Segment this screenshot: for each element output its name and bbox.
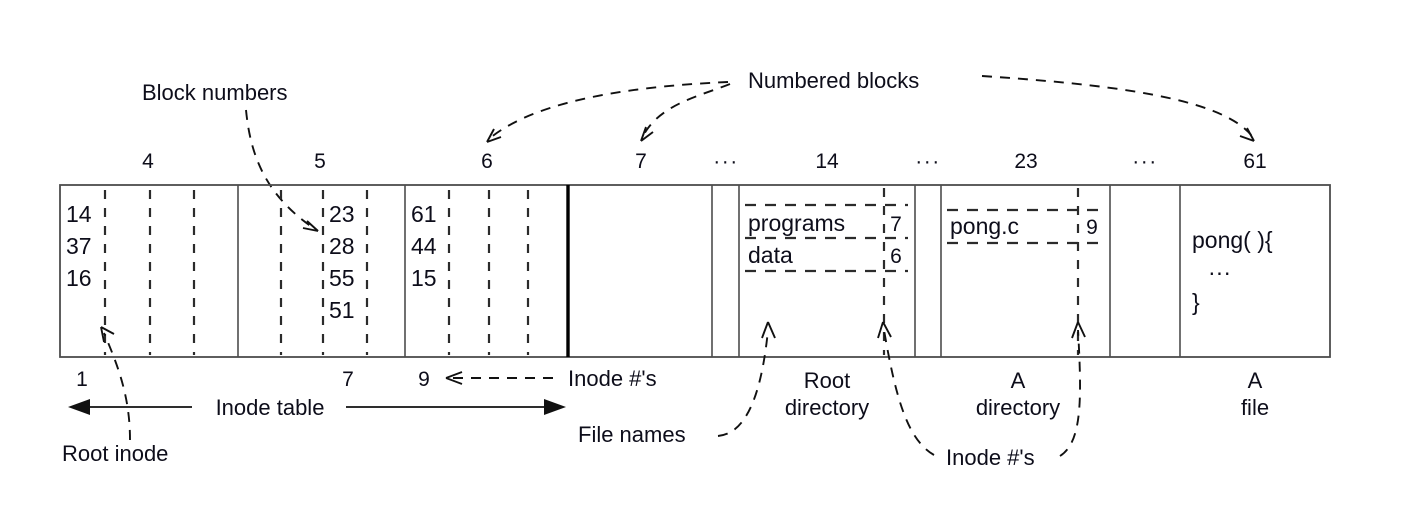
block6-entry-2: 15	[411, 265, 437, 291]
block4-entry-0: 14	[66, 201, 92, 227]
inode-table-arrow-right	[544, 399, 566, 415]
inode-number-9: 9	[418, 368, 430, 391]
inode-table-label: Inode table	[216, 395, 325, 420]
inode-nums-top-leader	[445, 371, 553, 385]
block4-entry-2: 16	[66, 265, 92, 291]
block-number-7: 7	[635, 150, 647, 173]
block-6-inode-cells	[447, 190, 530, 355]
root-dir-row-0-name: programs	[748, 210, 845, 236]
inode-number-7: 7	[342, 368, 354, 391]
block5-entry-2: 55	[329, 265, 355, 291]
root-directory-caption-line2: directory	[785, 395, 869, 420]
block-number-23: 23	[1014, 150, 1037, 173]
inode-nums-label-top: Inode #'s	[568, 366, 657, 391]
block-number-4: 4	[142, 150, 154, 173]
a-directory-caption-line2: directory	[976, 395, 1060, 420]
a-directory-caption-line1: A	[1011, 368, 1026, 393]
a-file-line-2: }	[1192, 289, 1200, 315]
block5-entry-0: 23	[329, 201, 355, 227]
root-inode-label: Root inode	[62, 441, 168, 466]
filesystem-diagram: Block numbers Numbered blocks 4 5 6 7 ··…	[0, 0, 1402, 524]
inode-table-arrow-left	[68, 399, 90, 415]
a-file-line-1: ···	[1208, 259, 1231, 285]
inode-number-1: 1	[76, 368, 88, 391]
block-ellipsis-1: ···	[713, 150, 738, 173]
numbered-blocks-leader-6	[486, 81, 729, 143]
block-numbers-label: Block numbers	[142, 80, 288, 105]
inode-nums-bottom-leader-adir	[1059, 321, 1086, 457]
block-4-inode-cells	[103, 190, 196, 355]
a-dir-row-0-inode: 9	[1086, 216, 1098, 239]
a-file-line-0: pong( ){	[1192, 227, 1273, 253]
inode-nums-label-bottom: Inode #'s	[946, 445, 1035, 470]
inode-nums-bottom-leader-root	[877, 321, 935, 456]
root-dir-row-0-inode: 7	[890, 213, 902, 236]
root-directory-caption-line1: Root	[804, 368, 850, 393]
block-ellipsis-2: ···	[915, 150, 940, 173]
block4-entry-1: 37	[66, 233, 92, 259]
filesystem-layout-svg: Block numbers Numbered blocks 4 5 6 7 ··…	[59, 68, 1331, 470]
root-inode-leader	[100, 326, 131, 441]
block5-entry-1: 28	[329, 233, 355, 259]
block-number-61: 61	[1243, 150, 1266, 173]
root-dir-row-1-inode: 6	[890, 245, 902, 268]
numbered-blocks-leader-61	[981, 75, 1255, 142]
block-dividers	[237, 185, 1181, 357]
block-number-6: 6	[481, 150, 493, 173]
block5-entry-3: 51	[329, 297, 355, 323]
block-number-14: 14	[815, 150, 839, 173]
block-number-5: 5	[314, 150, 326, 173]
block6-entry-1: 44	[411, 233, 437, 259]
numbered-blocks-leader-7	[640, 83, 731, 142]
block6-entry-0: 61	[411, 201, 437, 227]
disk-strip-border	[59, 184, 1331, 358]
a-file-caption-line1: A	[1248, 368, 1263, 393]
a-file-caption-line2: file	[1241, 395, 1269, 420]
a-dir-row-0-name: pong.c	[950, 213, 1019, 239]
numbered-blocks-label: Numbered blocks	[748, 68, 919, 93]
file-names-leader	[717, 321, 776, 437]
block-ellipsis-3: ···	[1132, 150, 1157, 173]
file-names-label: File names	[578, 422, 686, 447]
root-dir-row-1-name: data	[748, 242, 793, 268]
